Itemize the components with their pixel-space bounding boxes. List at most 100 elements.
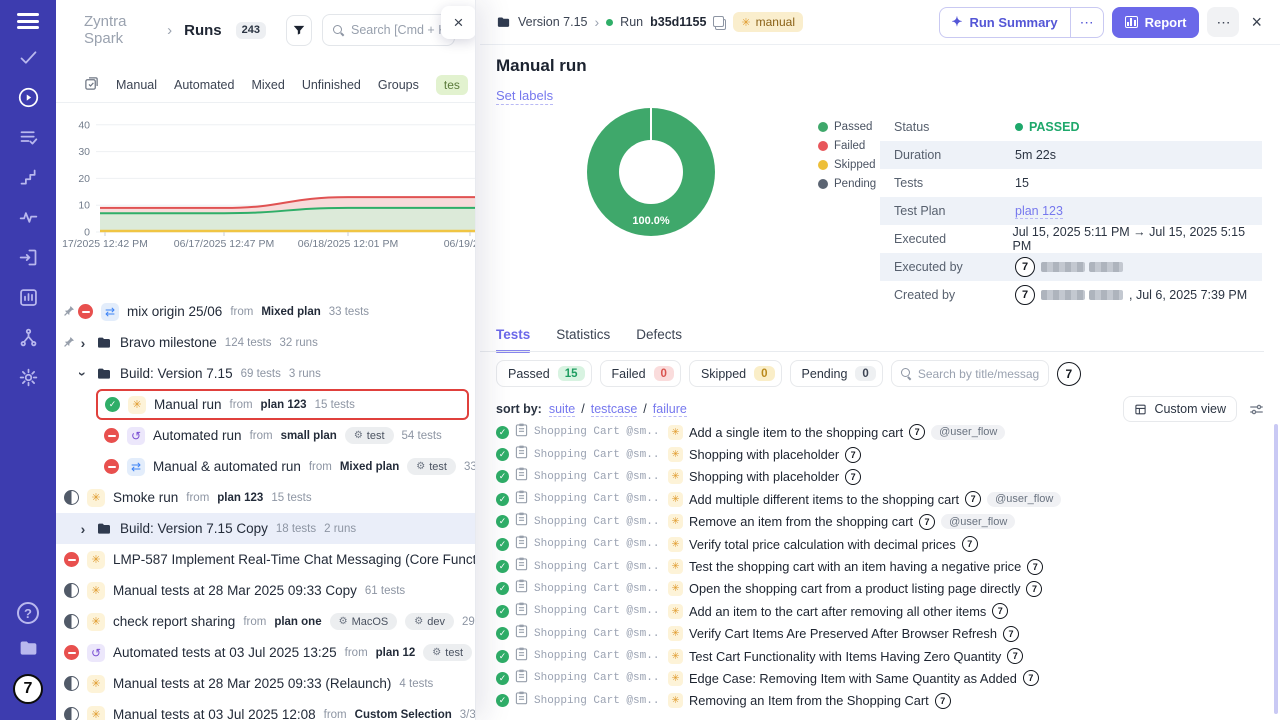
- runs-search[interactable]: [322, 14, 455, 46]
- run-row[interactable]: ⇄ mix origin 25/06 from Mixed plan 33 te…: [56, 296, 475, 327]
- run-name[interactable]: LMP-587 Implement Real-Time Chat Messagi…: [113, 552, 475, 567]
- test-suite-label[interactable]: Shopping Cart @sm...: [534, 695, 662, 707]
- close-detail-icon[interactable]: ×: [1247, 12, 1266, 33]
- test-search[interactable]: [891, 360, 1049, 387]
- test-row[interactable]: ✓ Shopping Cart @sm... ✳ Add multiple di…: [480, 488, 1280, 510]
- run-plan[interactable]: Mixed plan: [261, 306, 320, 318]
- test-plans-icon[interactable]: [16, 125, 40, 149]
- test-cases-icon[interactable]: [16, 45, 40, 69]
- sort-option-link[interactable]: failure: [653, 402, 687, 417]
- run-name[interactable]: Build: Version 7.15 Copy: [120, 521, 268, 536]
- set-labels-link[interactable]: Set labels: [496, 88, 553, 105]
- test-title[interactable]: Edge Case: Removing Item with Same Quant…: [689, 671, 1017, 686]
- run-plan[interactable]: Custom Selection: [355, 709, 452, 720]
- test-row[interactable]: ✓ Shopping Cart @sm... ✳ Remove an item …: [480, 511, 1280, 533]
- run-row[interactable]: ✳ Manual tests at 28 Mar 2025 09:33 Copy…: [56, 575, 475, 606]
- run-plan[interactable]: Mixed plan: [340, 461, 399, 473]
- custom-view-button[interactable]: Custom view: [1123, 396, 1237, 422]
- breadcrumb-project[interactable]: Zyntra Spark: [84, 13, 155, 47]
- run-row[interactable]: ✳ Smoke run from plan 123 15 tests: [56, 482, 475, 513]
- user-avatar[interactable]: 7: [13, 674, 43, 704]
- status-filter-chip[interactable]: Passed 15: [496, 360, 592, 387]
- test-row[interactable]: ✓ Shopping Cart @sm... ✳ Open the shoppi…: [480, 578, 1280, 600]
- tab-unfinished[interactable]: Unfinished: [302, 78, 361, 92]
- run-plan[interactable]: small plan: [281, 430, 337, 442]
- run-plan[interactable]: plan 123: [261, 399, 307, 411]
- test-title[interactable]: Test Cart Functionality with Items Havin…: [689, 649, 1001, 664]
- test-row[interactable]: ✓ Shopping Cart @sm... ✳ Test the shoppi…: [480, 555, 1280, 577]
- branch-icon[interactable]: [16, 325, 40, 349]
- run-name[interactable]: Manual tests at 03 Jul 2025 12:08: [113, 707, 316, 720]
- report-button[interactable]: Report: [1112, 7, 1200, 38]
- run-name[interactable]: Smoke run: [113, 490, 178, 505]
- tests-scrollbar[interactable]: [1274, 424, 1278, 714]
- test-row[interactable]: ✓ Shopping Cart @sm... ✳ Shopping with p…: [480, 466, 1280, 488]
- milestones-icon[interactable]: [16, 165, 40, 189]
- run-summary-more-button[interactable]: ⋯: [1070, 8, 1103, 37]
- runs-icon[interactable]: [16, 85, 40, 109]
- status-filter-chip[interactable]: Pending 0: [790, 360, 883, 387]
- run-name[interactable]: Manual run: [154, 397, 222, 412]
- projects-folder-icon[interactable]: [16, 636, 40, 660]
- menu-icon[interactable]: [17, 13, 39, 29]
- test-title[interactable]: Verify Cart Items Are Preserved After Br…: [689, 626, 997, 641]
- test-row[interactable]: ✓ Shopping Cart @sm... ✳ Removing an Ite…: [480, 690, 1280, 712]
- tab-statistics[interactable]: Statistics: [556, 327, 610, 353]
- chevron-icon[interactable]: ›: [78, 521, 88, 537]
- test-suite-label[interactable]: Shopping Cart @sm...: [534, 449, 662, 461]
- defects-icon[interactable]: [16, 205, 40, 229]
- tag-chip-cut[interactable]: tes: [436, 75, 468, 95]
- settings-gear-icon[interactable]: [16, 365, 40, 389]
- test-row[interactable]: ✓ Shopping Cart @sm... ✳ Add an item to …: [480, 600, 1280, 622]
- test-row[interactable]: ✓ Shopping Cart @sm... ✳ Verify total pr…: [480, 533, 1280, 555]
- run-row[interactable]: ✳ Manual tests at 03 Jul 2025 12:08 from…: [56, 699, 475, 720]
- reports-icon[interactable]: [16, 285, 40, 309]
- sort-option-link[interactable]: testcase: [591, 402, 638, 417]
- run-plan[interactable]: plan 123: [217, 492, 263, 504]
- run-name[interactable]: mix origin 25/06: [127, 304, 222, 319]
- test-title[interactable]: Open the shopping cart from a product li…: [689, 581, 1020, 596]
- test-title[interactable]: Add multiple different items to the shop…: [689, 492, 959, 507]
- run-row[interactable]: › Build: Version 7.15 Copy 18 tests 2 ru…: [56, 513, 475, 544]
- run-row[interactable]: › Bravo milestone 124 tests 32 runs: [56, 327, 475, 358]
- test-suite-label[interactable]: Shopping Cart @sm...: [534, 516, 662, 528]
- tab-defects[interactable]: Defects: [636, 327, 682, 353]
- run-row[interactable]: ✳ Manual tests at 28 Mar 2025 09:33 (Rel…: [56, 668, 475, 699]
- test-search-input[interactable]: [918, 367, 1039, 381]
- view-settings-icon[interactable]: [1249, 403, 1264, 416]
- test-title[interactable]: Add a single item to the shopping cart: [689, 425, 903, 440]
- chevron-icon[interactable]: ›: [78, 335, 88, 351]
- run-plan[interactable]: plan 12: [376, 647, 416, 659]
- run-plan[interactable]: plan one: [274, 616, 321, 628]
- run-row[interactable]: ✳ check report sharing from plan one ⚙Ma…: [56, 606, 475, 637]
- test-suite-label[interactable]: Shopping Cart @sm...: [534, 583, 662, 595]
- run-id[interactable]: b35d1155: [650, 15, 706, 29]
- test-suite-label[interactable]: Shopping Cart @sm...: [534, 493, 662, 505]
- run-row[interactable]: ✳ LMP-587 Implement Real-Time Chat Messa…: [56, 544, 475, 575]
- test-suite-label[interactable]: Shopping Cart @sm...: [534, 471, 662, 483]
- test-suite-label[interactable]: Shopping Cart @sm...: [534, 561, 662, 573]
- copy-icon[interactable]: [713, 16, 726, 29]
- run-name[interactable]: Build: Version 7.15: [120, 366, 233, 381]
- test-suite-label[interactable]: Shopping Cart @sm...: [534, 672, 662, 684]
- run-name[interactable]: Automated tests at 03 Jul 2025 13:25: [113, 645, 337, 660]
- run-row[interactable]: › Build: Version 7.15 69 tests 3 runs: [56, 358, 475, 389]
- filter-button[interactable]: [286, 15, 312, 46]
- test-row[interactable]: ✓ Shopping Cart @sm... ✳ Edge Case: Remo…: [480, 667, 1280, 689]
- test-title[interactable]: Removing an Item from the Shopping Cart: [689, 693, 929, 708]
- test-suite-label[interactable]: Shopping Cart @sm...: [534, 426, 662, 438]
- test-title[interactable]: Shopping with placeholder: [689, 447, 839, 462]
- tab-manual[interactable]: Manual: [116, 78, 157, 92]
- run-name[interactable]: Bravo milestone: [120, 335, 217, 350]
- runs-search-input[interactable]: [351, 23, 444, 37]
- assignee-filter-avatar[interactable]: 7: [1057, 362, 1081, 386]
- run-name[interactable]: Manual & automated run: [153, 459, 301, 474]
- tab-mixed[interactable]: Mixed: [251, 78, 284, 92]
- help-icon[interactable]: ?: [17, 602, 39, 624]
- run-row[interactable]: ↺ Automated run from small plan ⚙test 54…: [56, 420, 475, 451]
- test-title[interactable]: Add an item to the cart after removing a…: [689, 604, 986, 619]
- run-row[interactable]: ✳ Manual run from plan 123 15 tests: [96, 389, 469, 420]
- run-summary-button[interactable]: ✦ Run Summary: [940, 14, 1070, 30]
- run-name[interactable]: Automated run: [153, 428, 242, 443]
- tab-groups[interactable]: Groups: [378, 78, 419, 92]
